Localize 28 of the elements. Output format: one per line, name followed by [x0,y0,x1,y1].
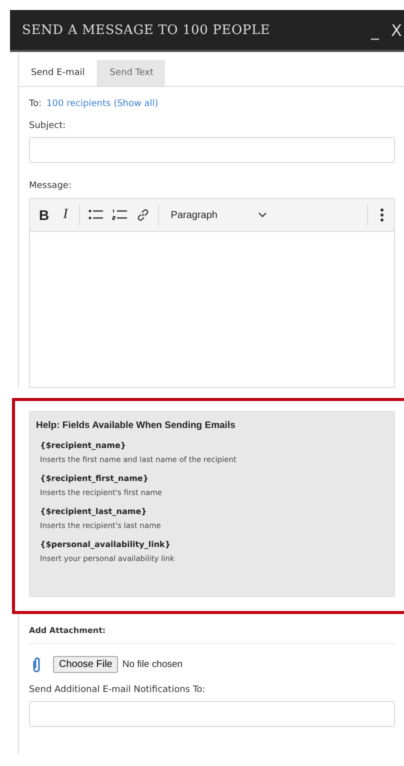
field-code: {$recipient_first_name} [40,474,150,483]
attachment-label: Add Attachment: [29,626,107,635]
more-icon[interactable] [380,208,384,222]
tab[interactable]: Send Text [98,60,166,86]
help-title: Help: Fields Available When Sending Emails [36,420,236,431]
bullet-list-icon[interactable] [88,209,104,221]
subject-label: Subject: [29,121,67,131]
paperclip-icon [32,656,41,672]
format-dropdown[interactable]: Paragraph [166,210,270,220]
bold-button[interactable]: B [36,207,52,223]
message-label: Message: [29,181,72,191]
subject-field[interactable] [29,137,395,163]
notifications-label: Send Additional E-mail Notifications To: [29,685,206,695]
file-status: No file chosen [122,659,183,670]
recipients-link[interactable]: 100 recipients (Show all) [46,99,158,109]
minimize-button[interactable]: _ [369,20,382,40]
window-title: SEND A MESSAGE TO 100 PEOPLE [22,22,270,38]
choose-file-button[interactable]: Choose File [53,656,118,673]
italic-button[interactable]: I [60,207,71,223]
to-label: To: [29,99,42,109]
notifications-field[interactable] [29,701,395,727]
close-button[interactable]: X [389,20,404,40]
field-code: {$recipient_last_name} [40,507,148,516]
field-code: {$recipient_name} [40,441,128,450]
numbered-list-icon[interactable] [112,209,128,221]
link-icon[interactable] [136,208,150,222]
field-code: {$personal_availability_link} [40,540,172,549]
chevron-down-icon [258,212,266,218]
